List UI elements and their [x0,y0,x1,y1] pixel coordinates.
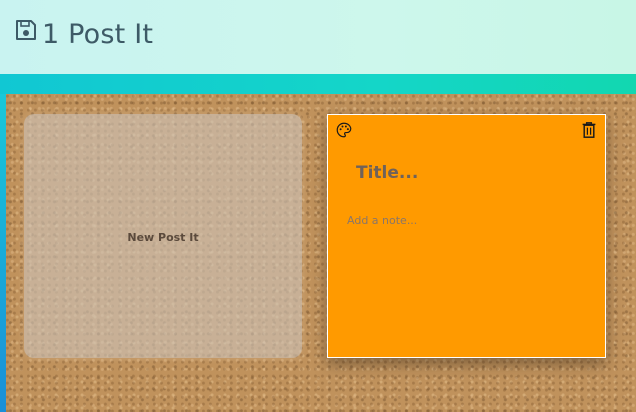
page-title: 1 Post It [42,19,154,50]
new-postit-label: New Post It [127,230,199,244]
floppy-disk-icon[interactable] [14,18,38,42]
app-header: 1 Post It [0,0,636,74]
palette-icon[interactable] [335,121,353,139]
accent-strip [0,74,636,96]
postit-card [327,114,606,358]
postit-note-input[interactable] [347,214,587,334]
postit-title-input[interactable] [356,161,576,185]
new-postit-button[interactable]: New Post It [24,114,302,358]
trash-icon[interactable] [581,121,597,139]
